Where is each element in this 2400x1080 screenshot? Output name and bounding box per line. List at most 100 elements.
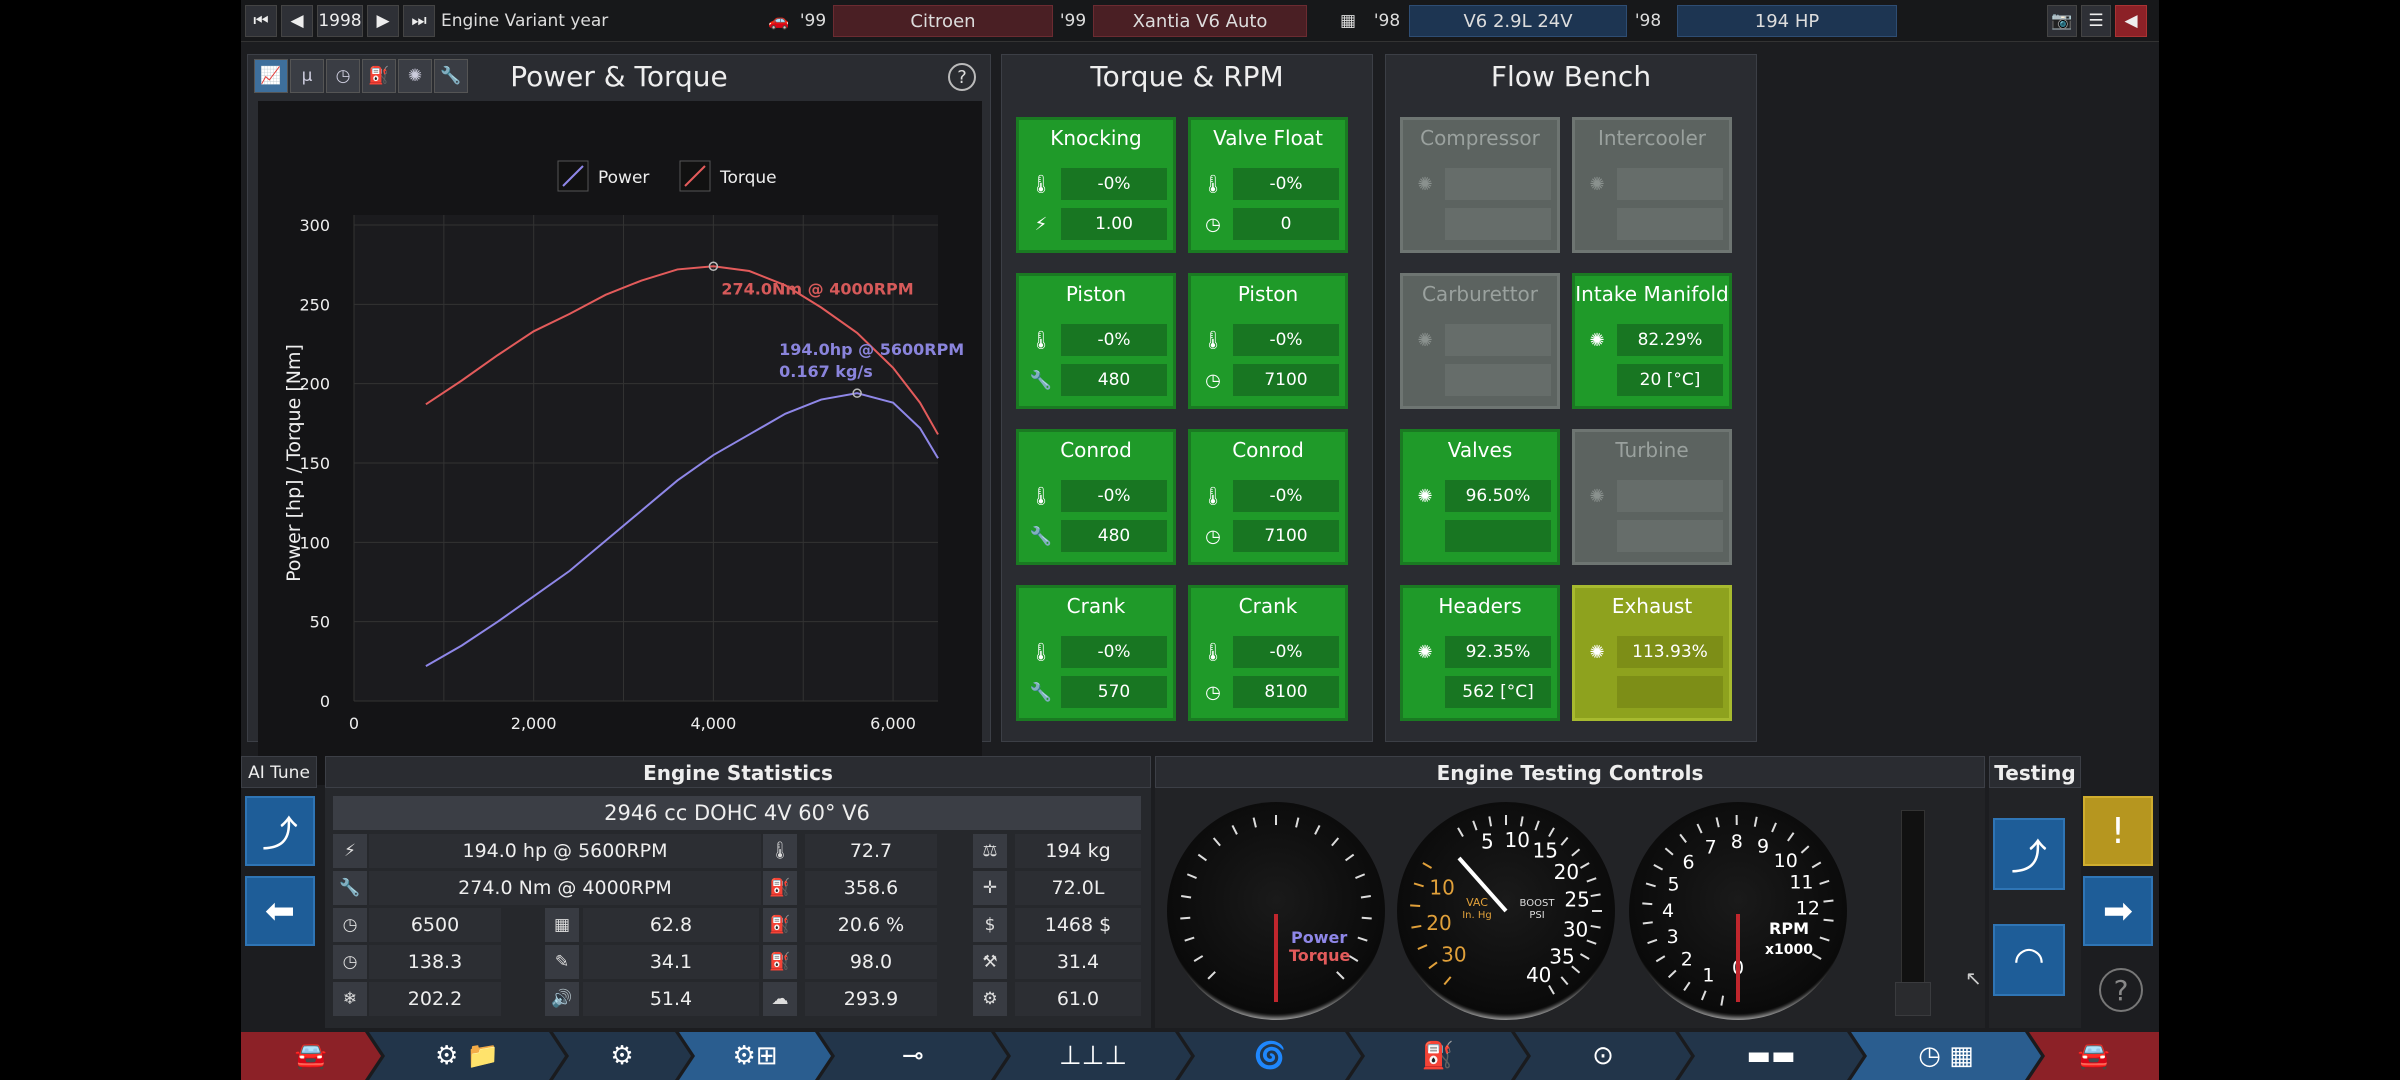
first-year-button[interactable]: ⏮: [245, 5, 277, 37]
flow-card[interactable]: Turbine ✺: [1572, 429, 1732, 565]
friction-view-button[interactable]: μ: [290, 59, 324, 93]
flow-card[interactable]: Exhaust ✺ 113.93%: [1572, 585, 1732, 721]
nav-aspiration[interactable]: 🌀: [1179, 1032, 1361, 1080]
rpm-view-button[interactable]: ◷: [326, 59, 360, 93]
thermometer-icon: 🌡: [1201, 485, 1225, 507]
torque-card[interactable]: Piston 🌡 -0% 🔧 480: [1016, 273, 1176, 409]
power-torque-panel: Power & Torque 📈 μ ◷ ⛽ ✺ 🔧 ? 0 50 100 150 20…: [247, 54, 991, 785]
screenshot-button[interactable]: 📷: [2047, 5, 2077, 37]
gauge-tick: [1823, 899, 1834, 903]
dyno-chart-button[interactable]: ⤴: [1993, 818, 2065, 890]
play-icon: ▶: [376, 11, 390, 31]
boost-label: 5: [1481, 829, 1494, 853]
airflow-view-button[interactable]: ✺: [398, 59, 432, 93]
airflow-label: 0.167 kg/s: [779, 362, 873, 381]
gauge-tick: [1771, 822, 1777, 833]
gauge-tick: [1443, 976, 1452, 986]
throttle-handle[interactable]: [1895, 982, 1931, 1016]
flow-card[interactable]: Intake Manifold ✺ 82.29% 20 [°C]: [1572, 273, 1732, 409]
airflow-icon: ✺: [1589, 641, 1605, 663]
torque-card[interactable]: Piston 🌡 -0% ◷ 7100: [1188, 273, 1348, 409]
nav-car[interactable]: 🚘: [241, 1032, 381, 1080]
dyno-test-button[interactable]: ◠: [1993, 924, 2065, 996]
nav-fuel[interactable]: ⛽: [1349, 1032, 1527, 1080]
turbo-icon: 🌀: [1253, 1041, 1287, 1071]
help-icon[interactable]: ?: [948, 63, 976, 91]
nav-car-designer[interactable]: 🚘: [2029, 1032, 2159, 1080]
card-value: 0: [1233, 208, 1339, 240]
boost-label: 10: [1505, 828, 1530, 852]
card-title: Conrod: [1060, 438, 1132, 462]
flow-card[interactable]: Intercooler ✺: [1572, 117, 1732, 253]
thermometer-icon: 🌡: [1029, 641, 1053, 663]
card-row: ⚡ 1.00: [1025, 208, 1167, 240]
card-value: 1.00: [1061, 208, 1167, 240]
nav-top-end[interactable]: ⊥⊥⊥: [995, 1032, 1191, 1080]
nav-bottom-end[interactable]: ⊸: [819, 1032, 1007, 1080]
card-row: 🔧 480: [1025, 364, 1167, 396]
torque-card[interactable]: Crank 🌡 -0% ◷ 8100: [1188, 585, 1348, 721]
gauge-power-label: Power: [1291, 928, 1348, 947]
engine-block-icon: ▦: [545, 908, 579, 942]
torque-card[interactable]: Conrod 🌡 -0% ◷ 7100: [1188, 429, 1348, 565]
nav-exhaust[interactable]: ⊙: [1515, 1032, 1691, 1080]
tune-view-button[interactable]: 🔧: [434, 59, 468, 93]
torque-card[interactable]: Valve Float 🌡 -0% ◷ 0: [1188, 117, 1348, 253]
nav-engine-variant[interactable]: ⚙⊞: [679, 1032, 831, 1080]
torque-card[interactable]: Conrod 🌡 -0% 🔧 480: [1016, 429, 1176, 565]
year-field[interactable]: 1998: [317, 5, 363, 37]
chart-view-button[interactable]: 📈: [254, 59, 288, 93]
throttle-slider[interactable]: [1901, 810, 1925, 986]
power-field[interactable]: 194 HP: [1677, 5, 1897, 37]
thermometer-icon: 🌡: [1201, 173, 1225, 195]
menu-button[interactable]: ☰: [2081, 5, 2111, 37]
service-icon: ⚒: [973, 945, 1007, 979]
back-button[interactable]: ◀: [2115, 5, 2147, 37]
stat-value: 358.6: [805, 871, 937, 905]
card-value: [1617, 480, 1723, 512]
next-button[interactable]: ➡: [2083, 876, 2153, 946]
model-field[interactable]: Xantia V6 Auto: [1093, 5, 1307, 37]
fuel-pump-icon: ⛽: [1421, 1041, 1455, 1071]
rpm-label: 10: [1774, 850, 1798, 872]
prev-year-button[interactable]: ◀: [281, 5, 313, 37]
card-value: -0%: [1061, 636, 1167, 668]
card-title: Crank: [1066, 594, 1126, 618]
nav-intake[interactable]: ▬▬: [1679, 1032, 1863, 1080]
nav-engine-design[interactable]: ⚙: [553, 1032, 691, 1080]
nav-engine-family[interactable]: ⚙ 📁: [369, 1032, 565, 1080]
rpm-label: 5: [1668, 874, 1680, 896]
fuel-view-button[interactable]: ⛽: [362, 59, 396, 93]
gauge-tick: [1336, 971, 1345, 980]
help-icon[interactable]: ?: [2099, 968, 2143, 1012]
card-row: ✺ 82.29%: [1581, 324, 1723, 356]
card-value: [1445, 168, 1551, 200]
rpm-label: 3: [1667, 926, 1679, 948]
flow-card[interactable]: Valves ✺ 96.50%: [1400, 429, 1560, 565]
card-row: ✺: [1581, 168, 1723, 200]
card-row: 🌡 -0%: [1197, 480, 1339, 512]
flow-card[interactable]: Compressor ✺: [1400, 117, 1560, 253]
skip-back-icon: ⏮: [253, 11, 269, 31]
engine-field[interactable]: V6 2.9L 24V: [1409, 5, 1627, 37]
flow-card[interactable]: Carburettor ✺: [1400, 273, 1560, 409]
make-field[interactable]: Citroen: [833, 5, 1053, 37]
warnings-button[interactable]: !: [2083, 796, 2153, 866]
engine-block-icon: ▦: [1339, 11, 1357, 31]
ai-tune-button[interactable]: ⤴: [245, 796, 315, 866]
torque-card[interactable]: Knocking 🌡 -0% ⚡ 1.00: [1016, 117, 1176, 253]
next-year-button[interactable]: ▶: [367, 5, 399, 37]
torque-card[interactable]: Crank 🌡 -0% 🔧 570: [1016, 585, 1176, 721]
last-year-button[interactable]: ⏭: [403, 5, 435, 37]
card-title: Piston: [1065, 282, 1127, 306]
card-title: Compressor: [1420, 126, 1540, 150]
nav-testing[interactable]: ◷ ▦: [1851, 1032, 2041, 1080]
chart-area: 05010015020025030002,0004,0006,000RPM [1…: [258, 101, 982, 785]
flow-card[interactable]: Headers ✺ 92.35% 562 [°C]: [1400, 585, 1560, 721]
previous-button[interactable]: ⬅: [245, 876, 315, 946]
gauge-tick: [1715, 817, 1720, 828]
boost-label: 20: [1554, 860, 1579, 884]
card-value: -0%: [1233, 636, 1339, 668]
stat-value: 62.8: [583, 908, 759, 942]
airflow-icon: ✺: [1417, 173, 1433, 195]
